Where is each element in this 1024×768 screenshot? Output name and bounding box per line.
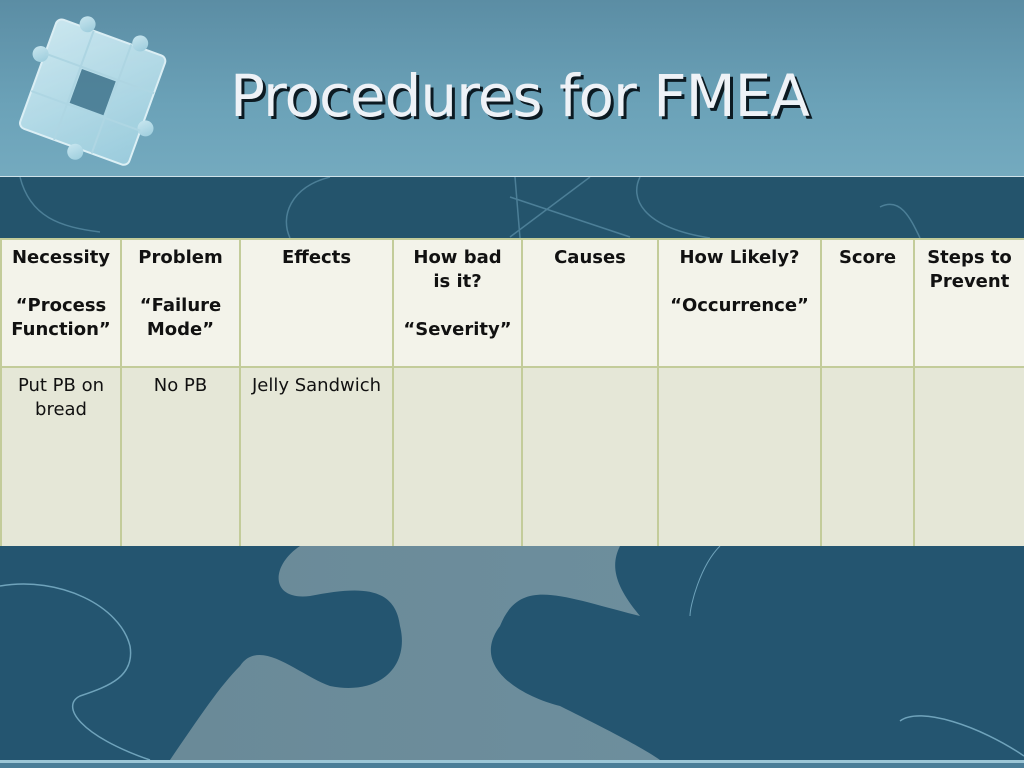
- cell-effects: Jelly Sandwich: [239, 366, 394, 548]
- bottom-background: [0, 546, 1024, 768]
- cell-score: [820, 366, 915, 548]
- puzzle-piece-decoration: [0, 546, 1024, 761]
- header-severity: How bad is it? “Severity”: [392, 238, 523, 368]
- slide-title: Procedures for FMEA: [230, 62, 810, 130]
- footer-strip: [0, 763, 1024, 768]
- header-effects: Effects: [239, 238, 394, 368]
- cell-causes: [521, 366, 659, 548]
- header-score: Score: [820, 238, 915, 368]
- cell-steps-to-prevent: [913, 366, 1024, 548]
- header-necessity: Necessity “Process Function”: [0, 238, 122, 368]
- table-row: Put PB on bread No PB Jelly Sandwich: [0, 366, 1024, 548]
- puzzle-outline-decoration: [19, 177, 921, 238]
- cell-occurrence: [657, 366, 822, 548]
- cell-problem: No PB: [120, 366, 241, 548]
- header-occurrence: How Likely? “Occurrence”: [657, 238, 822, 368]
- puzzle-pieces-icon: [19, 16, 167, 166]
- fmea-table: Necessity “Process Function” Problem “Failu…: [0, 238, 1024, 548]
- header-causes: Causes: [521, 238, 659, 368]
- header-problem: Problem “Failure Mode”: [120, 238, 241, 368]
- table-header-row: Necessity “Process Function” Problem “Failu…: [0, 238, 1024, 368]
- cell-severity: [392, 366, 523, 548]
- decorative-band: [0, 177, 1024, 238]
- cell-necessity: Put PB on bread: [0, 366, 122, 548]
- header-steps-to-prevent: Steps to Prevent: [913, 238, 1024, 368]
